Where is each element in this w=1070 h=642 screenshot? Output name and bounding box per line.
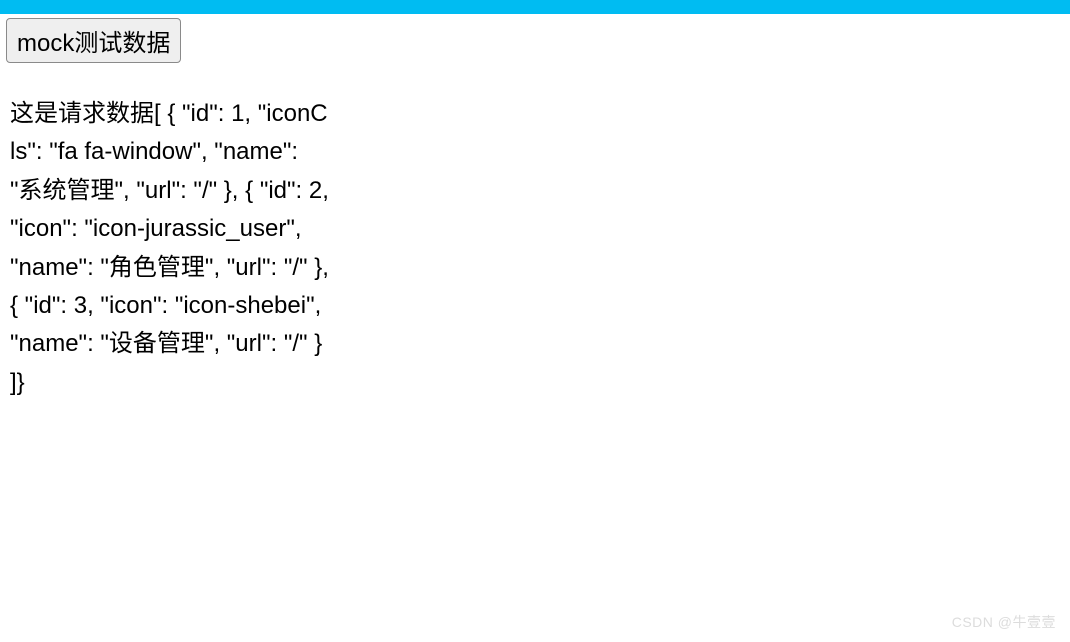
content-area: 这是请求数据[ { "id": 1, "iconCls": "fa fa-win…: [0, 67, 340, 402]
top-accent-bar: [0, 0, 1070, 14]
toolbar: mock测试数据: [0, 14, 1070, 67]
request-data-text: 这是请求数据[ { "id": 1, "iconCls": "fa fa-win…: [10, 95, 330, 402]
mock-test-data-button[interactable]: mock测试数据: [6, 18, 181, 63]
watermark-text: CSDN @牛壹壹: [952, 612, 1056, 632]
